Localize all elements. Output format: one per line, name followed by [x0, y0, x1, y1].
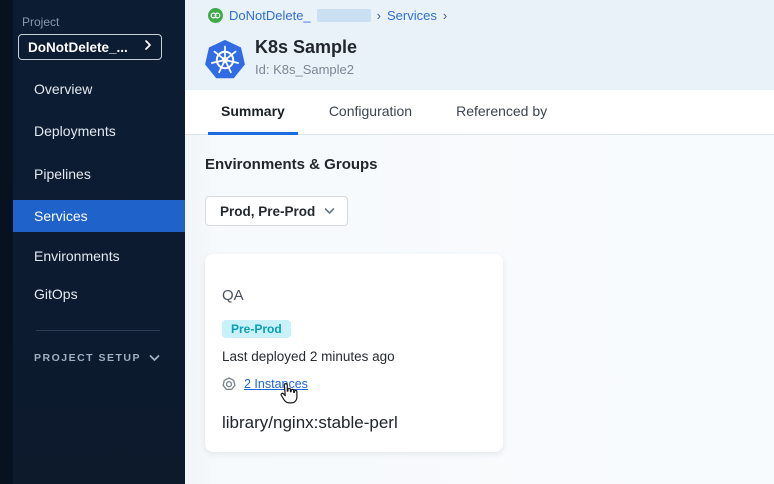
- app-window: Project DoNotDelete_... Overview Deploym…: [0, 0, 774, 484]
- sidebar-item-environments[interactable]: Environments: [13, 240, 185, 272]
- breadcrumb-separator: ›: [443, 8, 447, 23]
- tab-bar: Summary Configuration Referenced by: [185, 90, 774, 135]
- breadcrumb: DoNotDelete_ › Services ›: [208, 7, 447, 24]
- sidebar-item-services[interactable]: Services: [13, 200, 185, 232]
- sidebar-item-gitops[interactable]: GitOps: [13, 278, 185, 310]
- project-selector[interactable]: DoNotDelete_...: [18, 34, 162, 60]
- breadcrumb-services-link[interactable]: Services: [387, 8, 437, 23]
- chevron-right-icon: [144, 38, 152, 56]
- section-title: Environments & Groups: [205, 156, 378, 173]
- instances-icon: [222, 377, 236, 391]
- environment-name: QA: [222, 287, 244, 304]
- sidebar-item-label: Services: [34, 208, 88, 224]
- kubernetes-icon: [205, 40, 245, 80]
- project-selector-value: DoNotDelete_...: [28, 40, 128, 55]
- page-title: K8s Sample: [255, 37, 357, 58]
- sidebar-item-label: Environments: [34, 248, 120, 264]
- tab-referenced-by[interactable]: Referenced by: [443, 90, 560, 135]
- instance-row: 2 Instances: [222, 377, 308, 391]
- service-id: Id: K8s_Sample2: [255, 62, 354, 77]
- module-rail: [0, 0, 13, 484]
- sidebar-item-pipelines[interactable]: Pipelines: [13, 158, 185, 190]
- sidebar: Project DoNotDelete_... Overview Deploym…: [0, 0, 185, 484]
- project-label: Project: [22, 15, 59, 29]
- project-setup-label: PROJECT SETUP: [34, 352, 141, 364]
- sidebar-item-label: Overview: [34, 81, 92, 97]
- last-deployed-text: Last deployed 2 minutes ago: [222, 349, 395, 364]
- page-header: DoNotDelete_ › Services ›: [185, 0, 774, 90]
- sidebar-item-label: Deployments: [34, 123, 116, 139]
- sidebar-item-deployments[interactable]: Deployments: [13, 115, 185, 147]
- artifact-name: library/nginx:stable-perl: [222, 413, 398, 433]
- redacted-text-highlight: [317, 9, 371, 22]
- summary-content: Environments & Groups Prod, Pre-Prod QA …: [185, 135, 774, 484]
- sidebar-item-overview[interactable]: Overview: [13, 73, 185, 105]
- breadcrumb-project-link[interactable]: DoNotDelete_: [229, 8, 311, 23]
- environment-filter-value: Prod, Pre-Prod: [220, 204, 315, 219]
- tab-summary[interactable]: Summary: [208, 90, 298, 135]
- breadcrumb-separator: ›: [377, 8, 381, 23]
- sidebar-item-label: GitOps: [34, 286, 78, 302]
- main-area: DoNotDelete_ › Services ›: [185, 0, 774, 484]
- project-icon: [208, 8, 223, 23]
- chevron-down-icon: [149, 349, 160, 367]
- environment-type-badge: Pre-Prod: [222, 320, 291, 338]
- tab-configuration[interactable]: Configuration: [316, 90, 425, 135]
- sidebar-item-label: Pipelines: [34, 166, 91, 182]
- chevron-down-icon: [324, 202, 335, 220]
- instances-link[interactable]: 2 Instances: [244, 377, 308, 391]
- sidebar-divider: [36, 330, 160, 331]
- project-setup-toggle[interactable]: PROJECT SETUP: [34, 350, 160, 366]
- environment-filter-dropdown[interactable]: Prod, Pre-Prod: [205, 196, 348, 226]
- environment-card: QA Pre-Prod Last deployed 2 minutes ago …: [205, 254, 503, 452]
